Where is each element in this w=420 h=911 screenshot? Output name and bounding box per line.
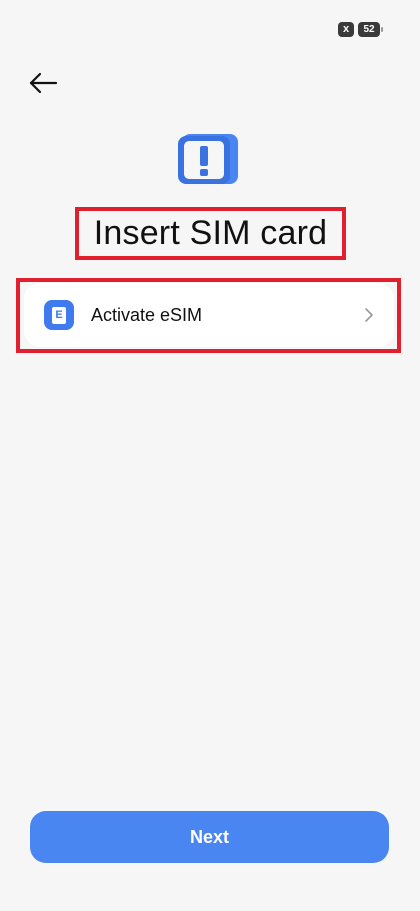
esim-icon-letter: E	[52, 306, 66, 324]
back-button[interactable]	[26, 68, 60, 98]
notification-x-icon: x	[338, 21, 354, 37]
status-bar: x 52	[338, 20, 383, 38]
activate-esim-item[interactable]: E Activate eSIM	[24, 283, 394, 347]
esim-icon: E	[44, 300, 74, 330]
title-highlight: Insert SIM card	[75, 207, 346, 260]
back-arrow-icon	[29, 72, 58, 94]
battery-indicator: 52	[358, 21, 383, 37]
next-button[interactable]: Next	[30, 811, 389, 863]
chevron-right-icon	[365, 308, 373, 322]
activate-esim-label: Activate eSIM	[91, 304, 203, 325]
page-title: Insert SIM card	[93, 214, 328, 252]
sim-alert-icon	[178, 132, 240, 186]
